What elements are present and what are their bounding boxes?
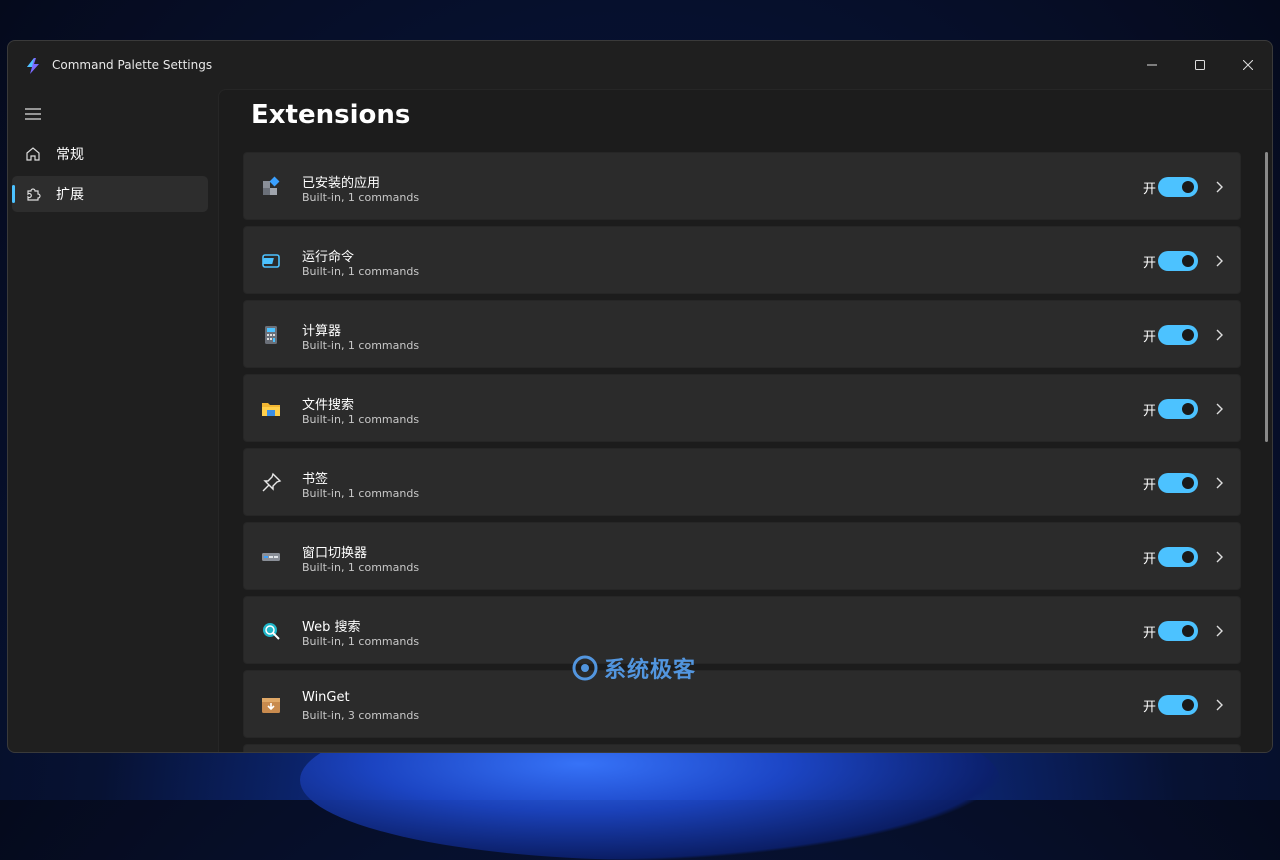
extension-card-run-command[interactable]: 运行命令 Built-in, 1 commands 开 [243,226,1241,294]
settings-window: Command Palette Settings 常规 扩展 Extension… [7,40,1273,753]
maximize-icon [1195,60,1205,70]
extension-card-window-switcher[interactable]: 窗口切换器 Built-in, 1 commands 开 [243,522,1241,590]
enable-toggle[interactable] [1158,621,1198,641]
toggle-state-label: 开 [1142,404,1156,419]
chevron-right-icon [1216,477,1223,489]
extension-subtitle: Built-in, 1 commands [302,635,420,648]
home-icon [22,146,44,162]
extension-card-installed-apps[interactable]: 已安装的应用 Built-in, 1 commands 开 [243,152,1241,220]
extension-card-bookmarks[interactable]: 书签 Built-in, 1 commands 开 [243,448,1241,516]
package-icon [262,698,280,713]
extension-subtitle: Built-in, 1 commands [302,191,420,204]
enable-toggle[interactable] [1158,177,1198,197]
minimize-button[interactable] [1129,41,1175,89]
page-title: Extensions [251,100,411,130]
enable-toggle[interactable] [1158,473,1198,493]
extension-name: 计算器 [302,324,342,339]
chevron-right-icon [1216,255,1223,267]
chevron-right-icon [1216,551,1223,563]
watermark: 系统极客 [572,652,696,684]
nav-item-label: 扩展 [56,187,84,203]
extension-name: Web 搜索 [302,620,361,635]
chevron-right-icon [1216,625,1223,637]
web-search-icon [263,623,280,640]
run-icon [262,254,280,268]
toggle-state-label: 开 [1142,256,1156,271]
extension-name: 书签 [302,472,329,487]
nav-item-general[interactable]: 常规 [12,136,208,172]
calculator-icon [265,326,277,344]
extension-name: 运行命令 [302,250,355,265]
app-lightning-icon [27,58,39,74]
chevron-right-icon [1216,329,1223,341]
chevron-right-icon [1216,181,1223,193]
minimize-icon [1147,64,1157,66]
chevron-right-icon [1216,699,1223,711]
extension-subtitle: Built-in, 1 commands [302,561,420,574]
toggle-state-label: 开 [1142,552,1156,567]
puzzle-icon [22,186,44,202]
window-title: Command Palette Settings [52,58,213,72]
extension-subtitle: Built-in, 1 commands [302,265,420,278]
nav-item-label: 常规 [56,147,84,163]
close-button[interactable] [1225,41,1271,89]
content-area: Extensions 已安装的应用 Built-in, 1 commands 开… [218,89,1272,752]
extension-card-winget[interactable]: WinGet Built-in, 3 commands 开 [243,670,1241,738]
chevron-right-icon [1216,403,1223,415]
toggle-state-label: 开 [1142,330,1156,345]
window-switcher-icon [262,553,280,561]
extensions-list: 已安装的应用 Built-in, 1 commands 开 运行命令 Built… [243,152,1241,752]
toggle-state-label: 开 [1142,478,1156,493]
folder-icon [262,403,280,416]
pin-icon [262,472,282,492]
hamburger-icon [25,108,41,120]
watermark-logo-icon [572,655,598,681]
toggle-state-label: 开 [1142,182,1156,197]
enable-toggle[interactable] [1158,695,1198,715]
extension-subtitle: Built-in, 1 commands [302,487,420,500]
scrollbar[interactable] [1265,152,1268,442]
selection-indicator [12,185,15,203]
extension-name: WinGet [302,690,350,705]
extension-subtitle: Built-in, 1 commands [302,413,420,426]
extension-subtitle: Built-in, 1 commands [302,339,420,352]
toggle-state-label: 开 [1142,626,1156,641]
close-icon [1243,60,1253,70]
enable-toggle[interactable] [1158,547,1198,567]
enable-toggle[interactable] [1158,251,1198,271]
enable-toggle[interactable] [1158,325,1198,345]
toggle-state-label: 开 [1142,700,1156,715]
extension-name: 文件搜索 [302,398,355,413]
menu-toggle-button[interactable] [22,103,44,125]
enable-toggle[interactable] [1158,399,1198,419]
extension-card-partial[interactable] [243,744,1241,752]
watermark-text: 系统极客 [604,658,697,683]
navigation-pane: 常规 扩展 [8,89,218,752]
nav-item-extensions[interactable]: 扩展 [12,176,208,212]
title-bar: Command Palette Settings [8,41,1272,89]
extension-name: 已安装的应用 [302,176,381,191]
extension-card-file-search[interactable]: 文件搜索 Built-in, 1 commands 开 [243,374,1241,442]
maximize-button[interactable] [1177,41,1223,89]
extension-card-calculator[interactable]: 计算器 Built-in, 1 commands 开 [243,300,1241,368]
apps-icon [263,176,280,195]
extension-subtitle: Built-in, 3 commands [302,709,420,722]
extension-card-web-search[interactable]: Web 搜索 Built-in, 1 commands 开 [243,596,1241,664]
extension-name: 窗口切换器 [302,546,368,561]
